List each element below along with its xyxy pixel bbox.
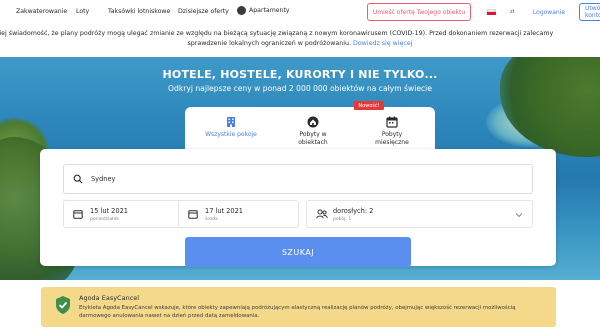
destination-value: Sydney	[91, 175, 116, 183]
checkout-date: 17 lut 2021	[205, 207, 243, 215]
nav-deals[interactable]: Dzisiejsze oferty	[178, 8, 229, 15]
shield-check-icon	[56, 296, 70, 314]
guests-rooms: pokój: 1	[333, 217, 352, 222]
list-property-button[interactable]: Umieść ofertę Twojego obiektu	[367, 3, 471, 21]
apartments-icon	[237, 6, 246, 15]
nav-airport-taxi[interactable]: Taksówki lotniskowe	[108, 8, 170, 15]
house-icon	[307, 116, 319, 128]
checkin-weekday: poniedziałek	[90, 217, 119, 222]
easycancel-title: Agoda EasyCancel	[79, 294, 140, 302]
checkin-date: 15 lut 2021	[90, 207, 128, 215]
new-badge: Nowość!	[354, 101, 384, 110]
checkout-field[interactable]: 17 lut 2021 środa	[178, 200, 299, 228]
notice-text-line1: Miej świadomość, że plany podróży mogą u…	[0, 30, 554, 37]
checkout-weekday: środa	[205, 217, 218, 222]
currency-selector[interactable]: zł	[510, 9, 514, 15]
nav-accommodation[interactable]: Zakwaterowanie	[16, 8, 67, 15]
guests-selector[interactable]: dorosłych: 2 pokój: 1	[306, 200, 533, 228]
search-button[interactable]: SZUKAJ	[185, 237, 411, 267]
login-button[interactable]: Logowanie	[527, 3, 571, 21]
easycancel-banner: Agoda EasyCancel Etykieta Agoda EasyCanc…	[41, 287, 556, 327]
tab-monthly-stays-label: Pobyty miesięczne	[375, 131, 409, 146]
destination-input[interactable]: Sydney	[63, 164, 533, 194]
nav-apartments-label: Apartamenty	[249, 7, 290, 14]
building-icon	[227, 117, 235, 127]
calendar-icon	[386, 116, 398, 128]
nav-apartments[interactable]: Apartamenty	[237, 6, 290, 15]
hero-title: HOTELE, HOSTELE, KURORTY I NIE TYLKO...	[162, 68, 438, 81]
guests-adults: dorosłych: 2	[333, 207, 374, 215]
tab-all-rooms-label: Wszystkie pokoje	[205, 131, 257, 138]
notice-text-line2: sprawdzenie lokalnych ograniczeń w podró…	[0, 39, 600, 49]
tab-property-stays-label: Pobyty w obiektach	[298, 131, 328, 146]
register-button[interactable]: Utwórz konto	[579, 3, 600, 21]
checkin-field[interactable]: 15 lut 2021 poniedziałek	[63, 200, 179, 228]
nav-flights[interactable]: Loty	[76, 8, 89, 15]
easycancel-description: Etykieta Agoda EasyCancel wskazuje, któr…	[79, 305, 516, 319]
poland-flag-icon[interactable]	[487, 9, 496, 15]
calendar-icon	[73, 210, 83, 219]
calendar-icon	[188, 210, 198, 219]
chevron-down-icon	[515, 213, 523, 218]
search-icon	[73, 174, 83, 184]
hero-subtitle: Odkryj najlepsze ceny w ponad 2 000 000 …	[168, 84, 432, 93]
notice-text-line2-text: sprawdzenie lokalnych ograniczeń w podró…	[187, 40, 351, 47]
covid-notice: Miej świadomość, że plany podróży mogą u…	[0, 26, 600, 57]
learn-more-link[interactable]: Dowiedz się więcej	[353, 40, 413, 47]
guests-icon	[316, 209, 328, 219]
top-nav: Zakwaterowanie Loty Taksówki lotniskowe …	[0, 0, 600, 26]
